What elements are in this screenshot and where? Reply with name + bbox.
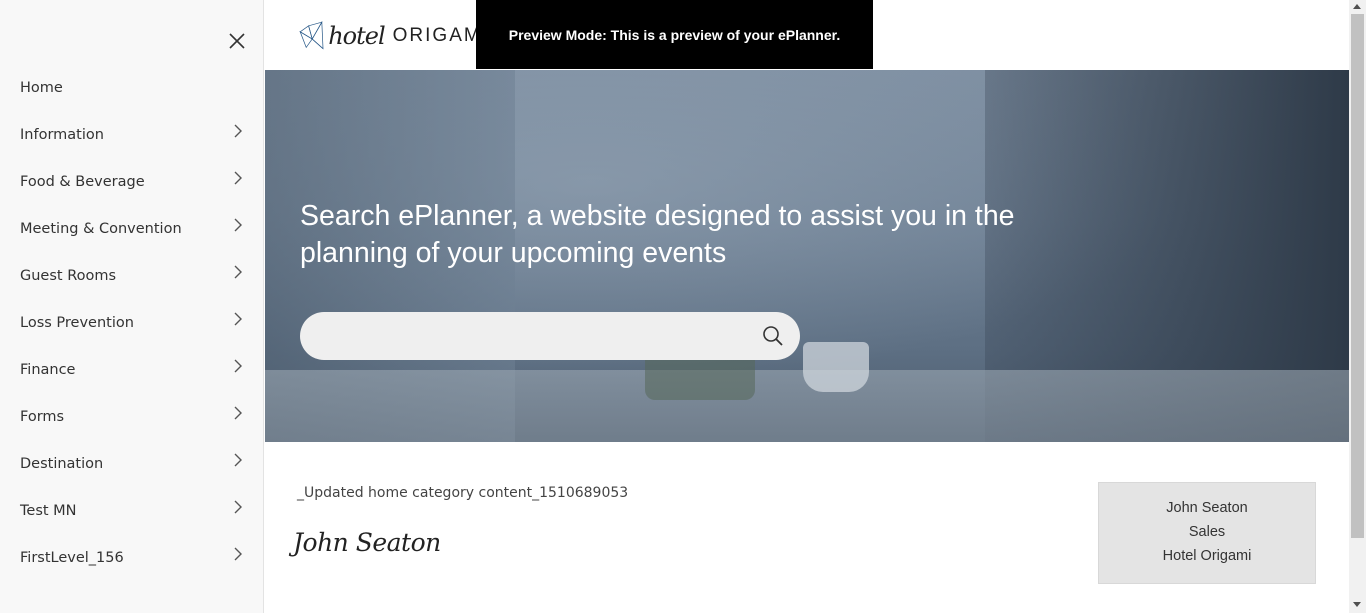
search-input[interactable] [320,324,740,348]
sidebar-item-finance[interactable]: Finance [0,346,264,393]
chevron-right-icon[interactable] [232,547,244,561]
sidebar-item-label: Meeting & Convention [20,220,182,237]
contact-card: John Seaton Sales Hotel Origami [1098,482,1316,584]
hotel-logo[interactable]: hotel ORIGAMI [299,10,489,62]
contact-company: Hotel Origami [1162,548,1252,564]
sidebar-item-label: FirstLevel_156 [20,549,124,566]
home-category-content: _Updated home category content_151068905… [297,485,629,501]
hero-image-cup [803,342,869,392]
sidebar-item-label: Guest Rooms [20,267,117,284]
sidebar-item-food-beverage[interactable]: Food & Beverage [0,158,264,205]
chevron-right-icon[interactable] [232,312,244,326]
chevron-right-icon[interactable] [232,265,244,279]
logo-text-hotel: hotel [328,22,385,50]
scroll-down-arrow[interactable] [1353,602,1361,607]
sidebar-item-loss-prevention[interactable]: Loss Prevention [0,299,264,346]
sidebar-nav: Home Information Food & Beverage Meeting & … [0,64,264,581]
search-box [300,312,800,360]
hero-banner: Search ePlanner, a website designed to a… [265,70,1349,442]
sidebar-item-destination[interactable]: Destination [0,440,264,487]
sidebar-item-meeting-convention[interactable]: Meeting & Convention [0,205,264,252]
contact-name: John Seaton [1166,500,1248,516]
preview-mode-banner: Preview Mode: This is a preview of your … [476,0,873,69]
origami-bird-icon [299,20,324,50]
sidebar-item-guest-rooms[interactable]: Guest Rooms [0,252,264,299]
sidebar-item-forms[interactable]: Forms [0,393,264,440]
sidebar-item-label: Destination [20,455,104,472]
sidebar-item-label: Test MN [20,502,77,519]
close-sidebar-button[interactable] [226,30,248,52]
header: hotel ORIGAMI Preview Mode: This is a pr… [265,0,1349,70]
sidebar-item-label: Information [20,126,104,143]
scroll-up-arrow[interactable] [1353,4,1361,9]
sidebar-item-label: Finance [20,361,76,378]
sidebar-item-home[interactable]: Home [0,64,264,111]
sidebar-item-information[interactable]: Information [0,111,264,158]
close-icon [229,33,245,49]
sidebar-item-firstlevel-156[interactable]: FirstLevel_156 [0,534,264,581]
sidebar-item-test-mn[interactable]: Test MN [0,487,264,534]
sidebar: Home Information Food & Beverage Meeting & … [0,0,264,613]
chevron-right-icon[interactable] [232,406,244,420]
chevron-right-icon[interactable] [232,500,244,514]
sidebar-item-label: Loss Prevention [20,314,134,331]
scrollbar[interactable] [1349,0,1366,613]
logo-text-origami: ORIGAMI [392,25,489,46]
chevron-right-icon[interactable] [232,171,244,185]
chevron-right-icon[interactable] [232,359,244,373]
chevron-right-icon[interactable] [232,453,244,467]
sidebar-item-label: Home [20,79,63,96]
sidebar-item-label: Food & Beverage [20,173,145,190]
contact-role: Sales [1188,524,1226,540]
chevron-right-icon[interactable] [232,218,244,232]
scroll-thumb[interactable] [1351,14,1364,538]
search-button[interactable] [762,325,784,347]
sidebar-item-label: Forms [20,408,65,425]
hero-title: Search ePlanner, a website designed to a… [300,200,1015,269]
chevron-right-icon[interactable] [232,124,244,138]
main-content: hotel ORIGAMI Preview Mode: This is a pr… [265,0,1349,613]
search-icon [763,326,783,346]
signature: John Seaton [293,528,441,557]
